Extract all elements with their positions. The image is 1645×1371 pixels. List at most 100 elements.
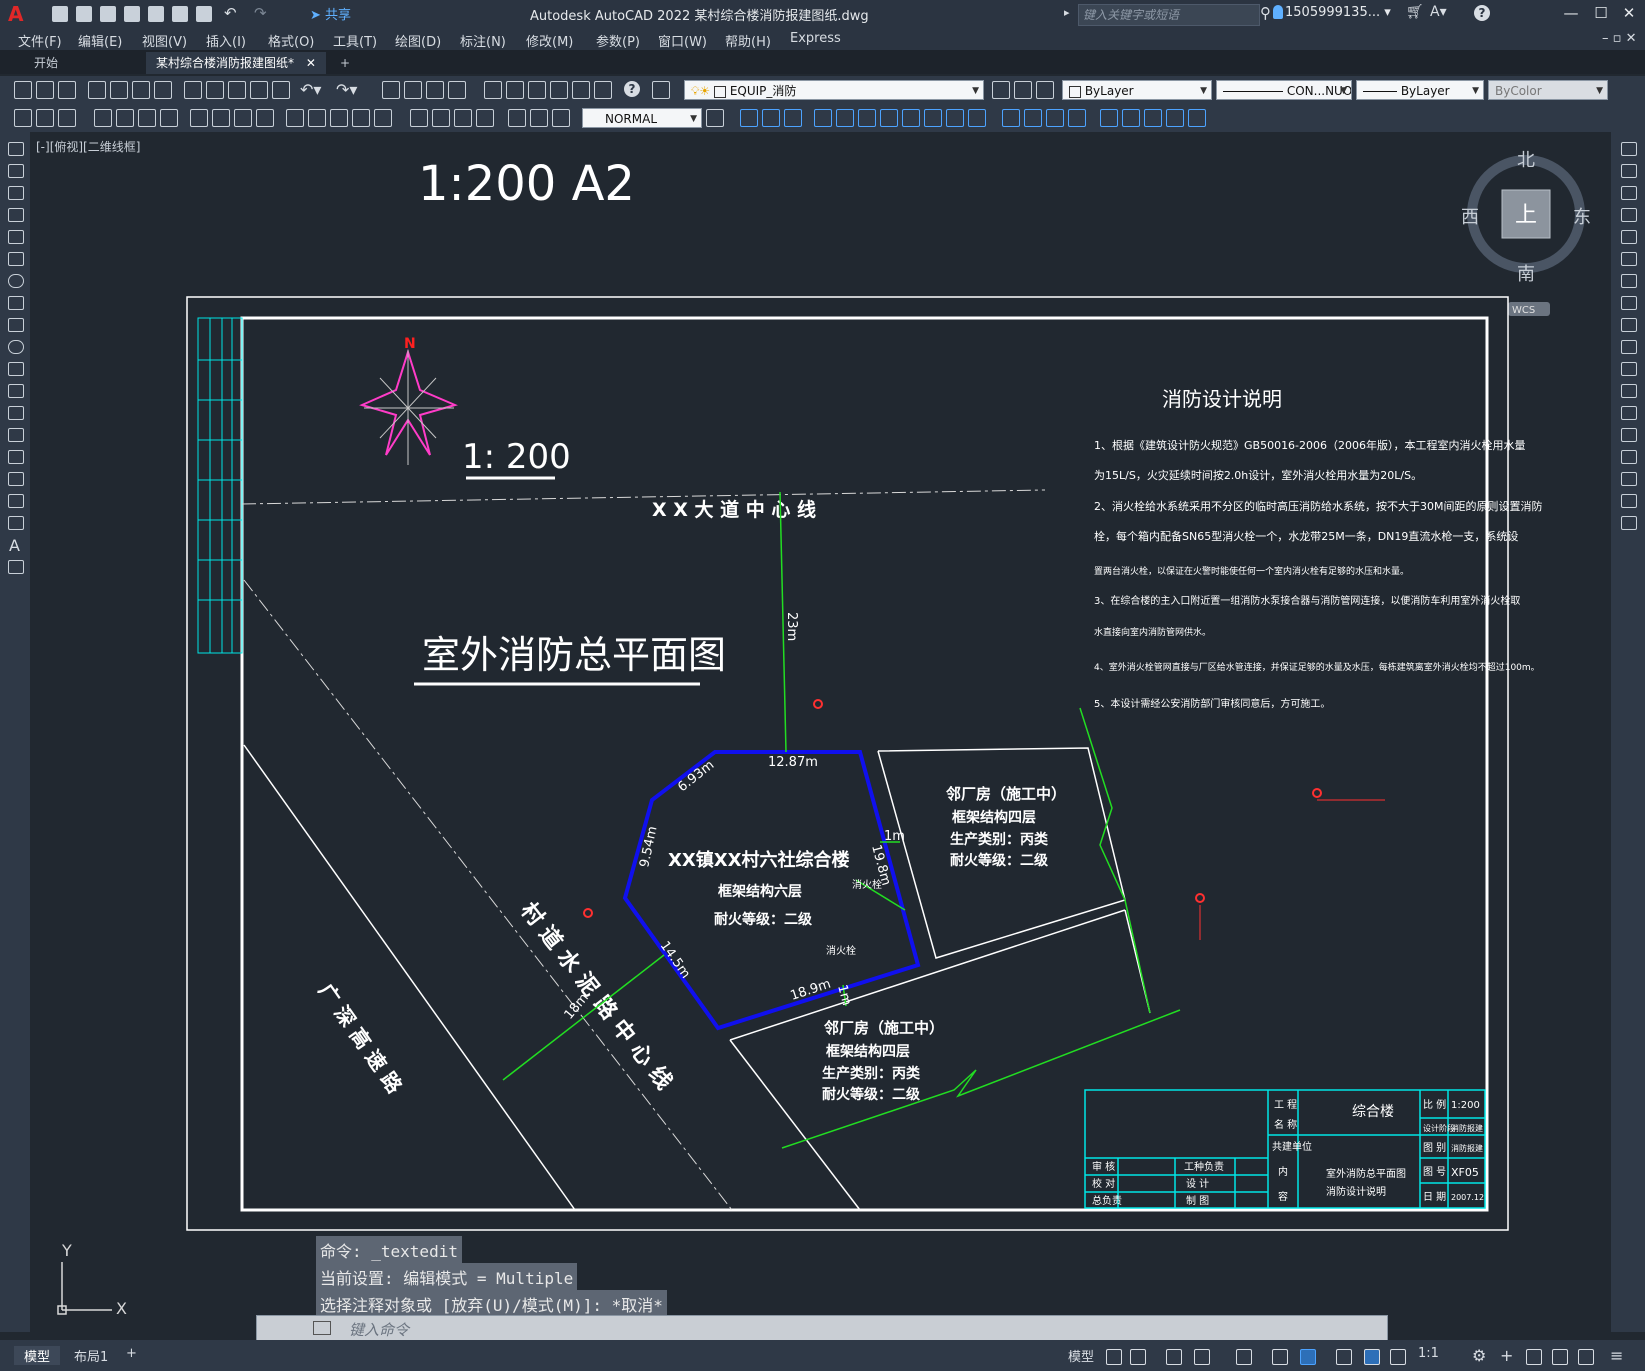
cmd-history-line-1: 命令: _textedit	[316, 1236, 462, 1264]
village-road-label: 村 道 水 泥 路 中 心 线	[515, 898, 677, 1095]
scale-text: 1: 200	[462, 437, 571, 477]
isolate-objects-icon[interactable]	[1526, 1349, 1542, 1365]
note-line-9: 5、本设计需经公安消防部门审核同意后，方可施工。	[1094, 697, 1330, 710]
tb-tubie: 消防报建	[1451, 1143, 1483, 1153]
ortho-icon[interactable]	[1166, 1349, 1182, 1365]
viewcube[interactable]: 上 北 南 东 西 WCS	[1461, 150, 1591, 316]
neighbor2-line3: 生产类别：丙类	[822, 1065, 921, 1082]
tb-staff-3: 总负责	[1092, 1194, 1122, 1207]
tb-proj-label2: 名 称	[1274, 1118, 1297, 1131]
note-line-5: 置两台消火栓，以保证在火警时能使任何一个室内消火栓有足够的水压和水量。	[1094, 565, 1409, 577]
building-fire: 耐火等级：二级	[714, 911, 813, 928]
binding-strip	[197, 317, 243, 654]
note-line-1: 1、根据《建筑设计防火规范》GB50016-2006（2006年版），本工程室内…	[1094, 438, 1526, 452]
note-line-2: 为15L/S，火灾延续时间按2.0h设计，室外消火栓用水量为20L/S。	[1094, 468, 1422, 482]
note-line-7: 水直接向室内消防管网供水。	[1094, 626, 1211, 638]
neighbor1-line4: 耐火等级：二级	[950, 852, 1049, 869]
polar-icon[interactable]	[1194, 1349, 1210, 1365]
tb-proj-name: 综合楼	[1352, 1104, 1394, 1120]
object-snap-tracking-icon[interactable]	[1272, 1349, 1288, 1365]
isodraft-icon[interactable]	[1236, 1349, 1252, 1365]
highway-label: 广 深 高 速 路	[314, 979, 408, 1098]
tb-date: 2007.12	[1451, 1193, 1484, 1202]
building-struct: 框架结构六层	[718, 883, 802, 900]
drawing-svg: 1:200 A2 上 北 南 东 西 WCS N 1: 200 X X 大 道 …	[57, 150, 1591, 1318]
main-title: 室外消防总平面图	[422, 633, 726, 677]
neighbor2-line2: 框架结构四层	[826, 1043, 910, 1060]
viewcube-west[interactable]: 西	[1461, 207, 1479, 228]
snap-icon[interactable]	[1130, 1349, 1146, 1365]
tb-ratio: 1:200	[1451, 1100, 1480, 1111]
viewcube-south[interactable]: 南	[1517, 264, 1535, 285]
command-prompt-icon[interactable]	[313, 1321, 331, 1335]
title-block-text: 工 程 名 称 综合楼 比 例 1:200 设计阶段 消防报建 共建单位 图 别…	[1092, 1098, 1484, 1207]
gear-icon[interactable]: ⚙	[1472, 1346, 1486, 1365]
object-snap-icon[interactable]	[1300, 1349, 1316, 1365]
hydrant-label-2: 消火栓	[826, 944, 856, 957]
tb-date-label: 日 期	[1423, 1191, 1446, 1203]
dim-23m: 23m	[784, 612, 799, 641]
add-layout-button[interactable]: +	[126, 1346, 137, 1361]
road-centerline-label: X X 大 道 中 心 线	[652, 498, 816, 521]
lineweight-icon[interactable]	[1336, 1349, 1352, 1365]
scale-header: 1:200 A2	[418, 156, 635, 212]
viewcube-top[interactable]: 上	[1515, 203, 1537, 228]
neighbor1-line3: 生产类别：丙类	[950, 831, 1049, 848]
tb-content-label1: 内	[1278, 1165, 1288, 1178]
tb-staff-4: 工种负责	[1184, 1160, 1224, 1173]
tb-sheet: XF05	[1451, 1166, 1479, 1179]
hardware-acceleration-icon[interactable]	[1552, 1349, 1568, 1365]
wcs-menu[interactable]: WCS	[1512, 305, 1535, 316]
grid-icon[interactable]	[1106, 1349, 1122, 1365]
building-name: XX镇XX村六社综合楼	[668, 849, 850, 871]
tb-stage: 消防报建	[1451, 1123, 1483, 1133]
tb-staff-6: 制 图	[1186, 1194, 1209, 1207]
note-line-4: 栓，每个箱内配备SN65型消火栓一个，水龙带25M一条，DN19直流水枪一支，系…	[1094, 529, 1518, 543]
annotation-visibility-icon[interactable]	[1364, 1349, 1380, 1365]
clean-screen-icon[interactable]	[1578, 1349, 1594, 1365]
model-space-button[interactable]: 模型	[1068, 1346, 1094, 1365]
tab-layout1[interactable]: 布局1	[74, 1346, 108, 1365]
dim-9-54m: 9.54m	[637, 825, 660, 869]
tb-tubie-label: 图 别	[1423, 1142, 1446, 1154]
viewcube-north[interactable]: 北	[1517, 150, 1535, 171]
north-label: N	[404, 336, 416, 352]
tb-proj-label1: 工 程	[1274, 1099, 1297, 1111]
viewcube-east[interactable]: 东	[1573, 207, 1591, 228]
neighbor1-line2: 框架结构四层	[952, 809, 1036, 826]
status-bar: 模型 布局1 + 模型 1:1 ⚙ + ≡	[0, 1340, 1645, 1371]
hydrant-label-1: 消火栓	[852, 878, 882, 891]
dim-12-87m: 12.87m	[768, 755, 818, 770]
ucs-x-label: X	[116, 1299, 127, 1318]
note-line-6: 3、在综合楼的主入口附近置一组消防水泵接合器与消防管网连接，以便消防车利用室外消…	[1094, 594, 1520, 607]
ucs-icon	[57, 1262, 112, 1315]
dim-1m-a: 1m	[884, 829, 905, 844]
highway-edge	[243, 744, 576, 1211]
notes-title: 消防设计说明	[1162, 387, 1282, 411]
tb-content2: 消防设计说明	[1326, 1185, 1386, 1198]
ucs-y-label: Y	[61, 1241, 72, 1260]
tb-content1: 室外消防总平面图	[1326, 1167, 1406, 1180]
command-input[interactable]: 键入命令	[349, 1319, 409, 1340]
tb-sheet-label: 图 号	[1423, 1166, 1446, 1178]
tb-ratio-label: 比 例	[1423, 1098, 1446, 1111]
command-line[interactable]: 键入命令	[256, 1315, 1388, 1341]
plus-icon[interactable]: +	[1500, 1346, 1513, 1365]
cmd-history-line-3: 选择注释对象或 [放弃(U)/模式(M)]: *取消*	[316, 1290, 667, 1318]
road-centerline	[241, 489, 1046, 505]
tb-staff-1: 审 核	[1092, 1160, 1115, 1173]
tb-content-label2: 容	[1278, 1190, 1288, 1203]
dim-14-5m: 14.5m	[657, 939, 693, 982]
neighbor1-line1: 邻厂房（施工中）	[945, 785, 1066, 803]
annotation-autoscale-icon[interactable]	[1390, 1349, 1406, 1365]
annotation-scale[interactable]: 1:1	[1418, 1346, 1439, 1361]
neighbor2-line1: 邻厂房（施工中）	[823, 1019, 944, 1037]
tab-model[interactable]: 模型	[14, 1346, 61, 1365]
tb-builder-label: 共建单位	[1272, 1140, 1312, 1153]
customization-icon[interactable]: ≡	[1610, 1346, 1623, 1365]
north-arrow: N	[359, 336, 458, 465]
note-line-3: 2、消火栓给水系统采用不分区的临时高压消防给水系统，按不大于30M间距的原则设置…	[1094, 499, 1542, 513]
note-line-8: 4、室外消火栓管网直接与厂区给水管连接，并保证足够的水量及水压，每栋建筑离室外消…	[1094, 661, 1540, 673]
cmd-history-line-2: 当前设置: 编辑模式 = Multiple	[316, 1263, 578, 1291]
neighbor2-line4: 耐火等级：二级	[822, 1086, 921, 1103]
